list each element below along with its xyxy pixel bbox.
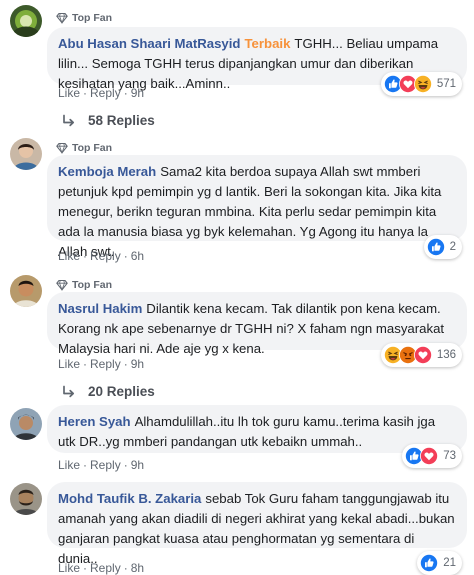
reaction-summary[interactable]: 73 (402, 444, 462, 468)
separator: · (83, 561, 88, 575)
reply-link[interactable]: Reply (90, 561, 121, 575)
reaction-summary[interactable]: 136 (380, 343, 462, 367)
reaction-count: 21 (443, 557, 456, 569)
timestamp[interactable]: 6h (131, 249, 144, 263)
separator: · (83, 249, 88, 263)
like-link[interactable]: Like (58, 561, 80, 575)
comment-actions: Like · Reply · 6h (58, 249, 144, 263)
reaction-summary[interactable]: 21 (417, 551, 462, 575)
reaction-count: 73 (443, 450, 456, 462)
separator: · (83, 458, 88, 472)
top-fan-label: Top Fan (72, 142, 113, 154)
diamond-icon (56, 279, 68, 291)
like-icon (427, 238, 445, 256)
separator: · (123, 561, 128, 575)
author-name[interactable]: Heren Syah (58, 414, 131, 429)
separator: · (83, 357, 88, 371)
reply-link[interactable]: Reply (90, 357, 121, 371)
top-fan-label: Top Fan (72, 279, 113, 291)
replies-count: 20 Replies (88, 384, 155, 399)
like-link[interactable]: Like (58, 86, 80, 100)
reply-link[interactable]: Reply (90, 86, 121, 100)
author-name[interactable]: Nasrul Hakim (58, 301, 142, 316)
timestamp[interactable]: 9h (131, 458, 144, 472)
haha-icon (414, 75, 432, 93)
author-name[interactable]: Kemboja Merah (58, 164, 156, 179)
avatar[interactable] (10, 138, 42, 170)
reply-link[interactable]: Reply (90, 458, 121, 472)
comment-bubble: Heren Syah Alhamdulillah..itu lh tok guru… (47, 405, 467, 453)
comment-actions: Like · Reply · 9h (58, 357, 144, 371)
comment-actions: Like · Reply · 9h (58, 458, 144, 472)
timestamp[interactable]: 9h (131, 357, 144, 371)
like-link[interactable]: Like (58, 357, 80, 371)
comment-bubble: Kemboja Merah Sama2 kita berdoa supaya Al… (47, 155, 467, 259)
diamond-icon (56, 142, 68, 154)
separator: · (123, 458, 128, 472)
comment-bubble: Nasrul Hakim Dilantik kena kecam. Tak dil… (47, 292, 467, 356)
reaction-count: 136 (436, 349, 456, 361)
reply-arrow-icon (62, 114, 76, 128)
like-link[interactable]: Like (58, 458, 80, 472)
top-fan-label: Top Fan (72, 12, 113, 24)
reply-arrow-icon (62, 385, 76, 399)
love-icon (414, 346, 432, 364)
author-name[interactable]: Abu Hasan Shaari MatRasyid (58, 36, 240, 51)
timestamp[interactable]: 8h (131, 561, 144, 575)
top-fan-badge: Top Fan (56, 9, 112, 27)
separator: · (123, 357, 128, 371)
reaction-count: 571 (436, 78, 456, 90)
avatar[interactable] (10, 275, 42, 307)
comment-actions: Like · Reply · 8h (58, 561, 144, 575)
author-name[interactable]: Mohd Taufik B. Zakaria (58, 491, 201, 506)
like-link[interactable]: Like (58, 249, 80, 263)
avatar[interactable] (10, 483, 42, 515)
like-icon (420, 554, 438, 572)
reply-link[interactable]: Reply (90, 249, 121, 263)
separator: · (123, 249, 128, 263)
badge-text: Terbaik (244, 36, 291, 51)
reaction-summary[interactable]: 571 (380, 72, 462, 96)
reaction-summary[interactable]: 2 (423, 235, 462, 259)
avatar[interactable] (10, 408, 42, 440)
separator: · (123, 86, 128, 100)
view-replies-link[interactable]: 20 Replies (62, 384, 155, 399)
view-replies-link[interactable]: 58 Replies (62, 113, 155, 128)
reaction-count: 2 (449, 241, 456, 253)
comment-actions: Like · Reply · 9h (58, 86, 144, 100)
love-icon (420, 447, 438, 465)
avatar[interactable] (10, 5, 42, 37)
comment-bubble: Mohd Taufik B. Zakaria sebab Tok Guru fah… (47, 482, 467, 566)
replies-count: 58 Replies (88, 113, 155, 128)
separator: · (83, 86, 88, 100)
timestamp[interactable]: 9h (131, 86, 144, 100)
diamond-icon (56, 12, 68, 24)
